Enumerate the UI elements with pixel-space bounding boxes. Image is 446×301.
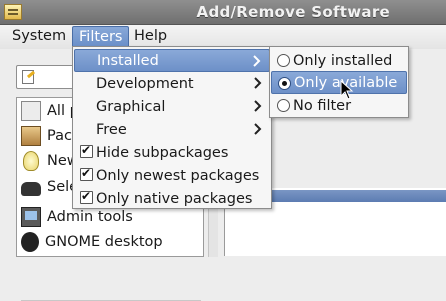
radio-no-filter[interactable]: No filter (271, 94, 407, 117)
chevron-right-icon (254, 123, 262, 135)
group-item-gnome-desktop[interactable]: GNOME desktop (21, 231, 201, 253)
binoculars-icon (21, 182, 41, 196)
gnome-foot-icon (21, 232, 39, 252)
radio-selected-icon (278, 77, 291, 90)
package-icon (21, 126, 41, 146)
checkbox-checked-icon (80, 143, 93, 158)
menu-item-label: Only installed (293, 52, 393, 69)
menu-help[interactable]: Help (128, 26, 173, 48)
menu-item-label: Only newest packages (96, 167, 260, 184)
software-icon (4, 4, 22, 20)
menu-item-hide-subpackages[interactable]: Hide subpackages (74, 141, 270, 164)
radio-icon (277, 99, 290, 112)
menu-filters[interactable]: Filters (72, 26, 130, 48)
menu-item-only-native[interactable]: Only native packages (74, 187, 270, 210)
chevron-right-icon (254, 77, 262, 89)
chevron-right-icon (253, 55, 261, 67)
menu-system-label: System (12, 28, 67, 44)
menu-item-label: Installed (97, 52, 159, 69)
pencil-icon (22, 70, 34, 84)
menu-filters-label: Filters (79, 29, 123, 45)
menu-item-development[interactable]: Development (74, 72, 270, 95)
menu-help-label: Help (134, 28, 168, 44)
checkbox-checked-icon (80, 166, 93, 181)
admin-tools-icon (21, 207, 41, 227)
menu-item-label: Graphical (96, 98, 166, 115)
menu-item-free[interactable]: Free (74, 118, 270, 141)
title-bar: Add/Remove Software (0, 0, 446, 25)
group-label: Admin tools (47, 209, 133, 225)
group-label: Pac (47, 128, 72, 144)
mouse-pointer-icon (340, 80, 354, 100)
installed-submenu: Only installed Only available No filter (269, 46, 409, 118)
all-packages-icon (21, 101, 41, 121)
menu-item-label: Only native packages (96, 190, 253, 207)
checkbox-checked-icon (80, 189, 93, 204)
menu-item-only-newest[interactable]: Only newest packages (74, 164, 270, 187)
menu-item-label: Free (96, 121, 127, 138)
menu-item-installed[interactable]: Installed (74, 49, 270, 72)
chevron-right-icon (254, 100, 262, 112)
menu-system[interactable]: System (6, 26, 72, 48)
radio-only-installed[interactable]: Only installed (271, 49, 407, 72)
window-title: Add/Remove Software (196, 3, 390, 21)
menu-item-label: Development (96, 75, 194, 92)
filters-menu: Installed Development Graphical Free Hid… (72, 46, 272, 209)
radio-only-available[interactable]: Only available (271, 71, 407, 94)
group-label: GNOME desktop (45, 234, 163, 250)
radio-icon (277, 54, 290, 67)
menu-item-graphical[interactable]: Graphical (74, 95, 270, 118)
lightbulb-icon (23, 151, 39, 171)
menu-item-label: Hide subpackages (96, 144, 229, 161)
